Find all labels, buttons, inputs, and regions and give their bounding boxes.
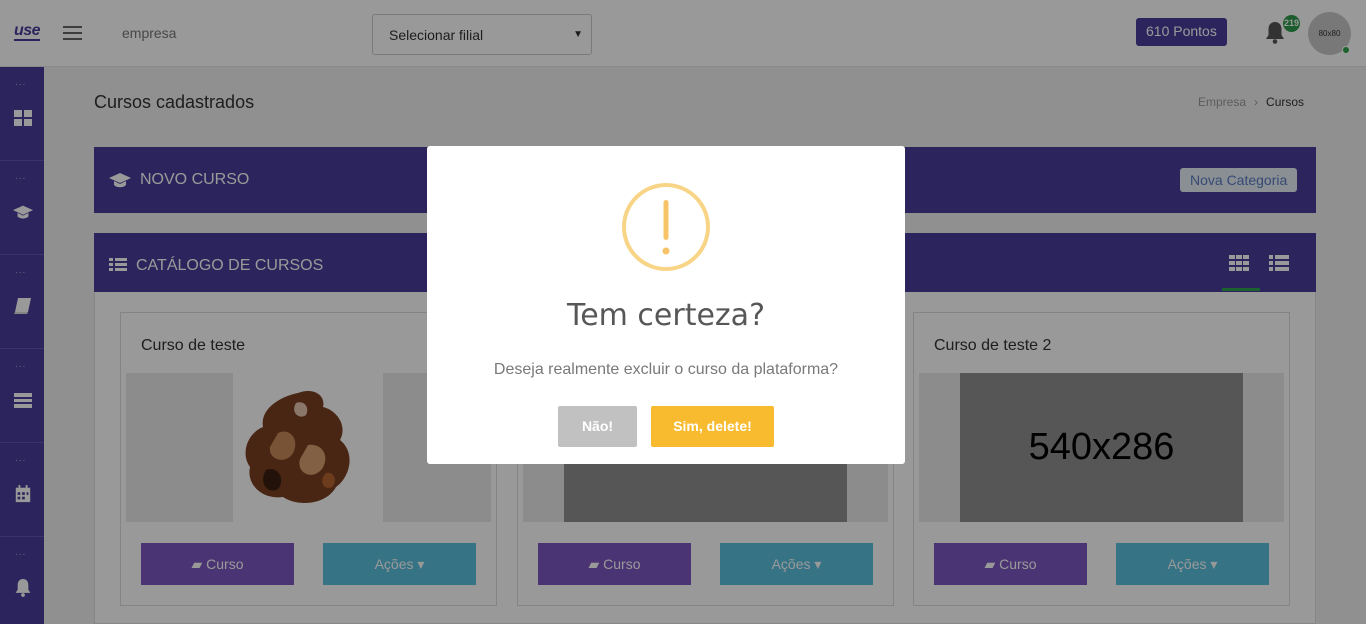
cancel-button[interactable]: Não! xyxy=(558,406,637,447)
dialog-title: Tem certeza? xyxy=(566,298,765,333)
confirm-delete-button[interactable]: Sim, delete! xyxy=(651,406,774,447)
confirm-delete-dialog: Tem certeza? Deseja realmente excluir o … xyxy=(427,146,905,464)
dialog-message: Deseja realmente excluir o curso da plat… xyxy=(493,361,839,378)
warning-icon xyxy=(622,183,710,271)
